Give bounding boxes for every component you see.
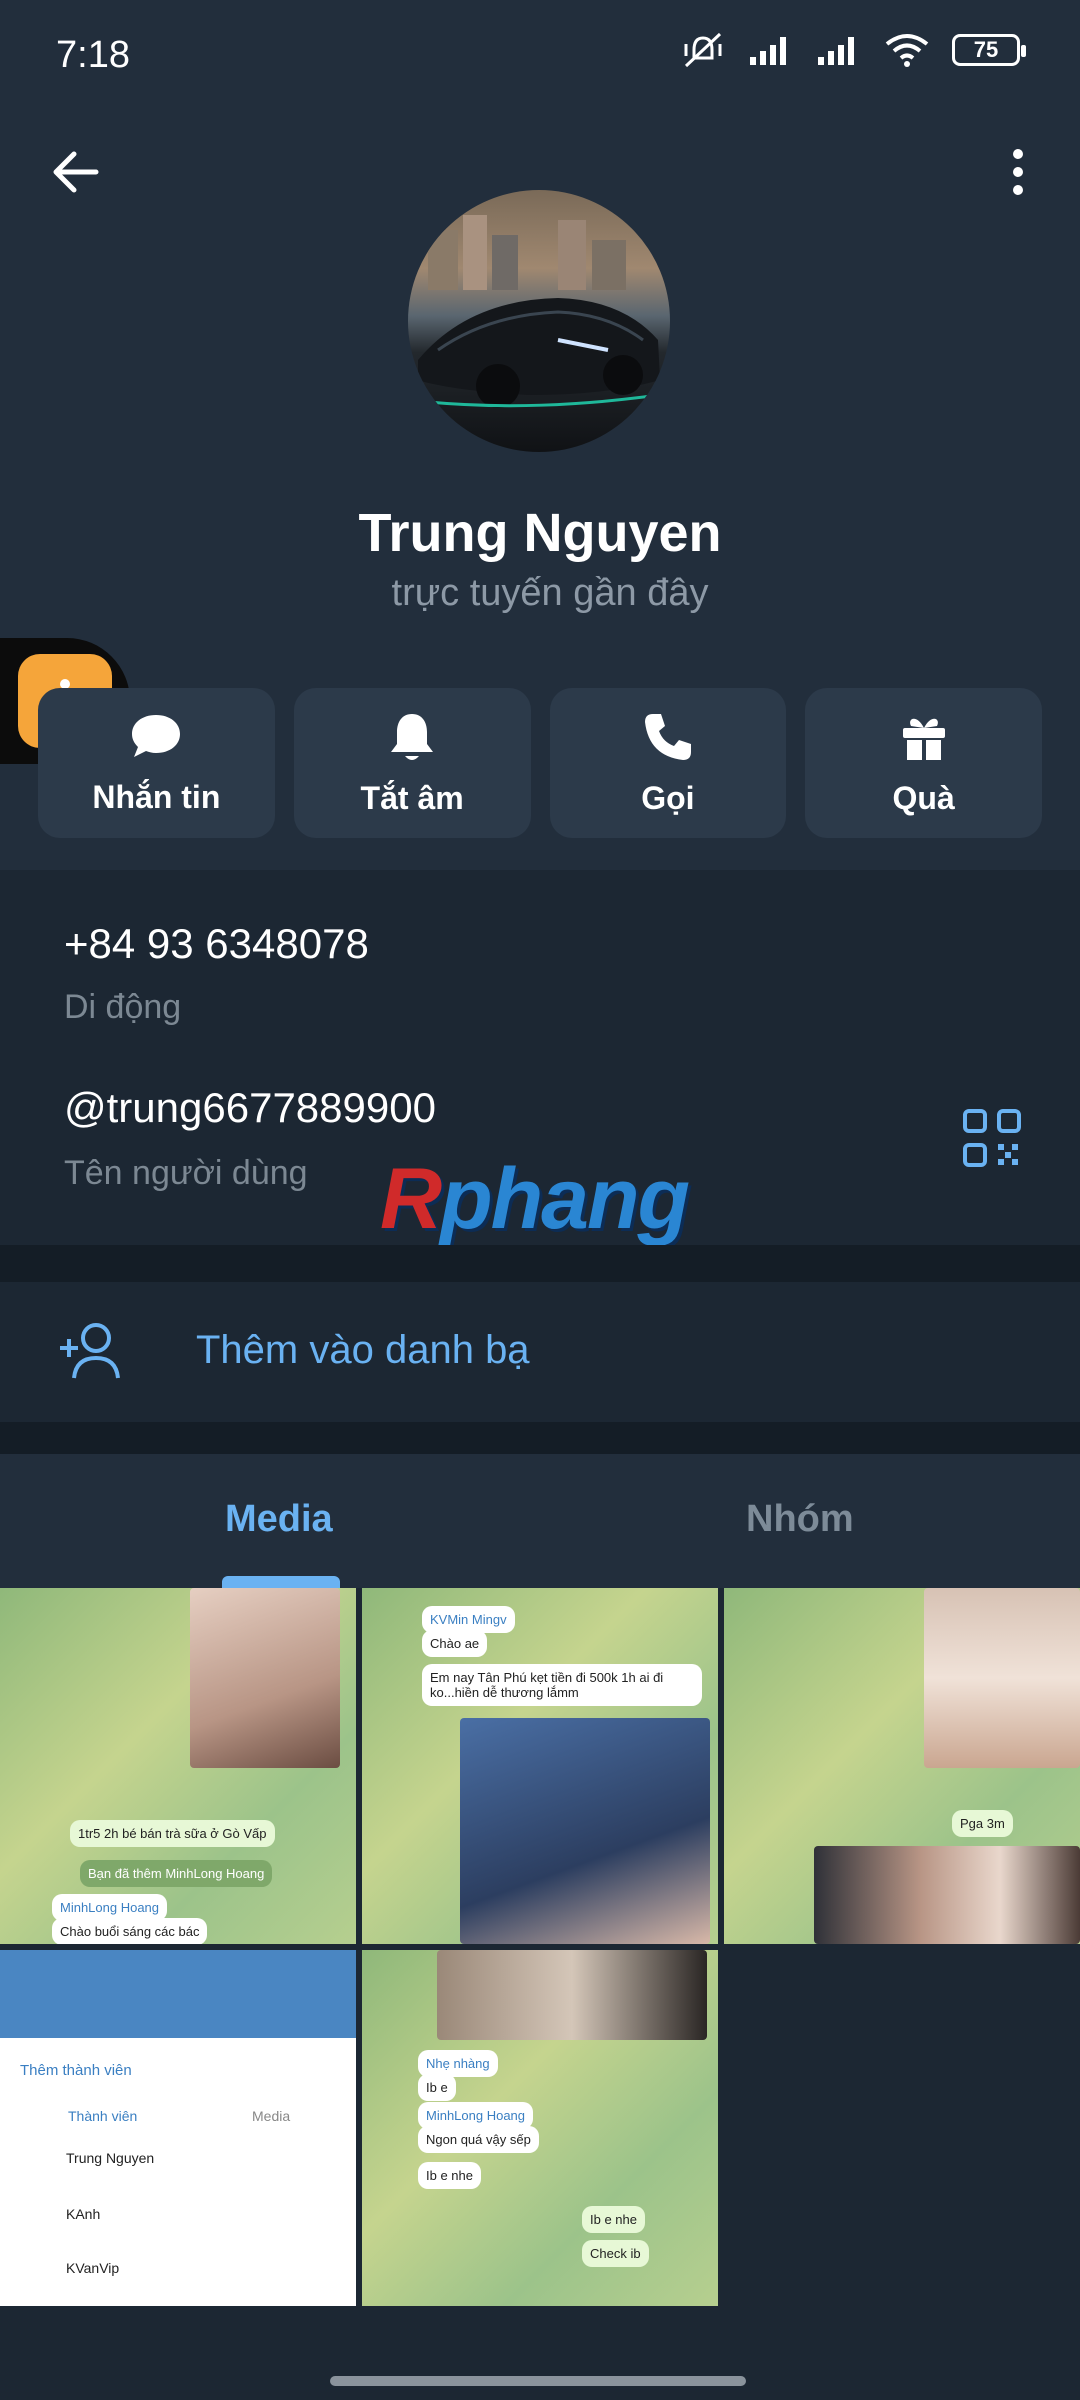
chat-photo	[814, 1846, 1080, 1944]
system-nav-bar	[0, 2356, 1080, 2400]
username[interactable]: @trung6677889900	[64, 1084, 436, 1132]
chat-photo	[437, 1950, 707, 2040]
mute-button[interactable]: Tắt âm	[293, 688, 531, 838]
status-bar: 7:18 75	[0, 0, 1080, 110]
tab-media[interactable]: Media	[225, 1498, 333, 1541]
chat-bubble: Pga 3m	[952, 1810, 1013, 1837]
section-divider	[0, 1245, 1080, 1282]
watermark-logo: Rphang	[380, 1151, 690, 1247]
chat-service-message: Bạn đã thêm MinhLong Hoang	[80, 1860, 273, 1887]
chat-sender: MinhLong Hoang	[418, 2102, 534, 2129]
bell-icon	[391, 713, 434, 760]
mute-button-label: Tắt âm	[360, 779, 464, 816]
call-button-label: Gọi	[641, 779, 695, 816]
add-contact-label: Thêm vào danh bạ	[196, 1328, 530, 1372]
ui-tab-members: Thành viên	[68, 2108, 138, 2124]
profile-last-seen: trực tuyến gần đây	[391, 572, 709, 614]
ui-tab-media: Media	[252, 2108, 291, 2124]
media-thumbnail[interactable]: Nhẹ nhàng Ib e MinhLong Hoang Ngon quá v…	[362, 1950, 718, 2306]
message-button[interactable]: Nhắn tin	[38, 688, 275, 838]
media-thumbnail[interactable]: 1tr5 2h bé bán trà sữa ở Gò Vấp Bạn đã t…	[0, 1588, 356, 1944]
chat-bubble: Chào ae	[422, 1630, 488, 1657]
action-buttons: Nhắn tin Tắt âm Gọi Quà	[38, 688, 1042, 838]
chat-bubble-icon	[132, 714, 181, 757]
media-tabs: Media Nhóm	[0, 1454, 1080, 1588]
ui-member: KAnh	[66, 2206, 101, 2222]
add-person-icon	[60, 1323, 120, 1379]
chat-bubble: Ngon quá vậy sếp	[418, 2126, 539, 2153]
tab-groups[interactable]: Nhóm	[746, 1498, 854, 1541]
profile-avatar[interactable]	[408, 190, 670, 452]
back-arrow-icon[interactable]	[44, 140, 108, 204]
vibrate-off-icon	[684, 32, 722, 68]
chat-sender: MinhLong Hoang	[52, 1894, 168, 1921]
media-thumbnail[interactable]: Thêm thành viên Thành viên Media Trung N…	[0, 1950, 356, 2306]
tab-indicator	[222, 1576, 340, 1588]
car-photo-image	[418, 215, 660, 408]
chat-sender: KVMin Mingv	[422, 1606, 515, 1633]
signal-icon-2	[818, 37, 854, 65]
chat-photo	[924, 1588, 1080, 1768]
username-label: Tên người dùng	[64, 1154, 308, 1192]
chat-bubble: Check ib	[582, 2240, 649, 2267]
chat-bubble: 1tr5 2h bé bán trà sữa ở Gò Vấp	[70, 1820, 275, 1847]
qr-code-icon[interactable]	[962, 1108, 1022, 1168]
chat-photo	[190, 1588, 340, 1768]
profile-header: Trung Nguyen trực tuyến gần đây Nhắn tin…	[0, 110, 1080, 870]
phone-number[interactable]: +84 93 6348078	[64, 920, 369, 968]
add-contact-row[interactable]: Thêm vào danh bạ	[0, 1282, 1080, 1422]
gift-icon	[902, 718, 945, 760]
ui-add-member: Thêm thành viên	[20, 2062, 132, 2079]
chat-bubble: Ib e	[418, 2074, 456, 2101]
chat-photo	[460, 1718, 710, 1944]
media-thumbnail[interactable]: Pga 3m	[724, 1588, 1080, 1944]
chat-bubble: Ib e nhe	[582, 2206, 645, 2233]
gift-button-label: Quà	[892, 779, 955, 816]
chat-bubble: Em nay Tân Phú kẹt tiền đi 500k 1h ai đi…	[422, 1664, 702, 1706]
section-divider-2	[0, 1422, 1080, 1454]
phone-number-label: Di động	[64, 988, 182, 1026]
more-vertical-icon[interactable]	[986, 140, 1050, 204]
chat-sender: Nhẹ nhàng	[418, 2050, 498, 2077]
signal-icon	[750, 37, 786, 65]
wifi-icon	[885, 34, 929, 67]
battery-indicator: 75	[952, 34, 1026, 66]
phone-icon	[644, 713, 691, 760]
profile-name: Trung Nguyen	[358, 503, 722, 563]
chat-bubble: Chào buổi sáng các bác	[52, 1918, 208, 1944]
media-thumbnail[interactable]: KVMin Mingv Chào ae Em nay Tân Phú kẹt t…	[362, 1588, 718, 1944]
message-button-label: Nhắn tin	[92, 778, 221, 815]
status-icons: 75	[680, 30, 1026, 70]
gift-button[interactable]: Quà	[805, 688, 1042, 838]
ui-member: Trung Nguyen	[66, 2150, 155, 2166]
call-button[interactable]: Gọi	[549, 688, 787, 838]
chat-bubble: Ib e nhe	[418, 2162, 481, 2189]
home-gesture-pill[interactable]	[330, 2376, 746, 2386]
ui-header-strip	[0, 1950, 356, 2038]
ui-member: KVanVip	[66, 2260, 120, 2276]
media-grid: 1tr5 2h bé bán trà sữa ở Gò Vấp Bạn đã t…	[0, 1588, 1080, 2308]
status-time: 7:18	[56, 34, 130, 76]
